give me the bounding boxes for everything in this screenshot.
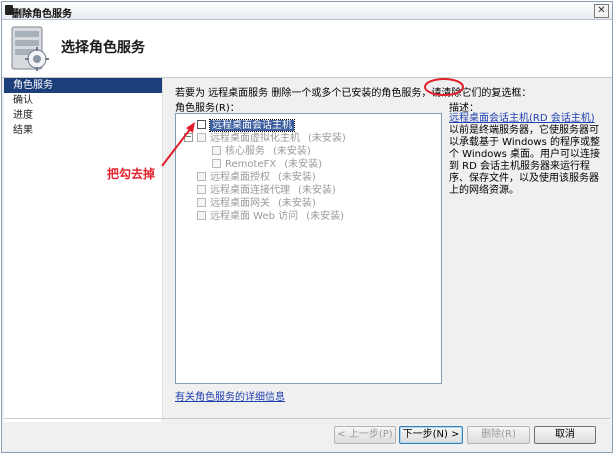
instruction-text: 若要为 远程桌面服务 删除一个或多个已安装的角色服务，请清除它们的复选框： [175, 88, 532, 99]
nav-item-progress[interactable]: 进度 [4, 108, 162, 123]
description-label: 描述： [449, 103, 479, 114]
role-checkbox [197, 133, 206, 142]
role-core-services: 核心服务 (未安装) [212, 145, 311, 158]
role-checkbox [197, 172, 206, 181]
role-checkbox [197, 185, 206, 194]
close-button[interactable]: ✕ [594, 4, 609, 18]
role-checkbox [212, 159, 221, 168]
role-rd-session-host[interactable]: 远程桌面会话主机 [197, 119, 295, 132]
annotation-label: 把勾去掉 [107, 167, 156, 181]
wizard-nav: 角色服务 确认 进度 结果 [4, 78, 163, 422]
nav-item-role-services[interactable]: 角色服务 [4, 78, 162, 93]
window-title: 删除角色服务 [12, 9, 72, 20]
nav-item-results[interactable]: 结果 [4, 123, 162, 138]
role-rd-licensing: 远程桌面授权 (未安装) [197, 171, 316, 184]
description-link[interactable]: 远程桌面会话主机(RD 会话主机) [449, 113, 595, 124]
server-role-icon [11, 26, 49, 71]
prev-button[interactable]: < 上一步(P) [334, 426, 396, 444]
role-rd-connection-broker: 远程桌面连接代理 (未安装) [197, 184, 336, 197]
title-bar: 删除角色服务 ✕ [2, 2, 612, 20]
role-checkbox [197, 211, 206, 220]
role-services-label: 角色服务(R)： [175, 103, 240, 114]
page-title: 选择角色服务 [61, 40, 145, 56]
role-remotefx: RemoteFX (未安装) [212, 158, 322, 171]
tree-expander-icon[interactable]: − [184, 133, 193, 142]
remove-role-services-dialog: 删除角色服务 ✕ 选择角色服务 角色服务 确认 进度 结果 若要为 远程桌面服务… [1, 1, 613, 453]
role-checkbox[interactable] [197, 120, 206, 129]
role-services-tree[interactable]: − 远程桌面会话主机 远程桌面虚拟化主机 (未安装) 核心服务 (未安装) Remo… [175, 113, 442, 384]
role-checkbox [197, 198, 206, 207]
role-rd-web-access: 远程桌面 Web 访问 (未安装) [197, 210, 344, 223]
remove-button[interactable]: 删除(R) [467, 426, 530, 444]
nav-item-confirm[interactable]: 确认 [4, 93, 162, 108]
role-rd-gateway: 远程桌面网关 (未安装) [197, 197, 316, 210]
description-text: 以前是终端服务器，它使服务器可以承载基于 Windows 的程序或整个 Wind… [449, 125, 600, 196]
role-description: 远程桌面会话主机(RD 会话主机)以前是终端服务器，它使服务器可以承载基于 Wi… [449, 113, 604, 197]
more-info-link[interactable]: 有关角色服务的详细信息 [175, 388, 285, 403]
wizard-header: 选择角色服务 [2, 20, 612, 78]
role-checkbox [212, 146, 221, 155]
footer-divider [4, 418, 610, 419]
role-rd-virtualization-host: 远程桌面虚拟化主机 (未安装) [197, 132, 346, 145]
next-button[interactable]: 下一步(N) > [399, 426, 463, 444]
cancel-button[interactable]: 取消 [534, 426, 596, 444]
